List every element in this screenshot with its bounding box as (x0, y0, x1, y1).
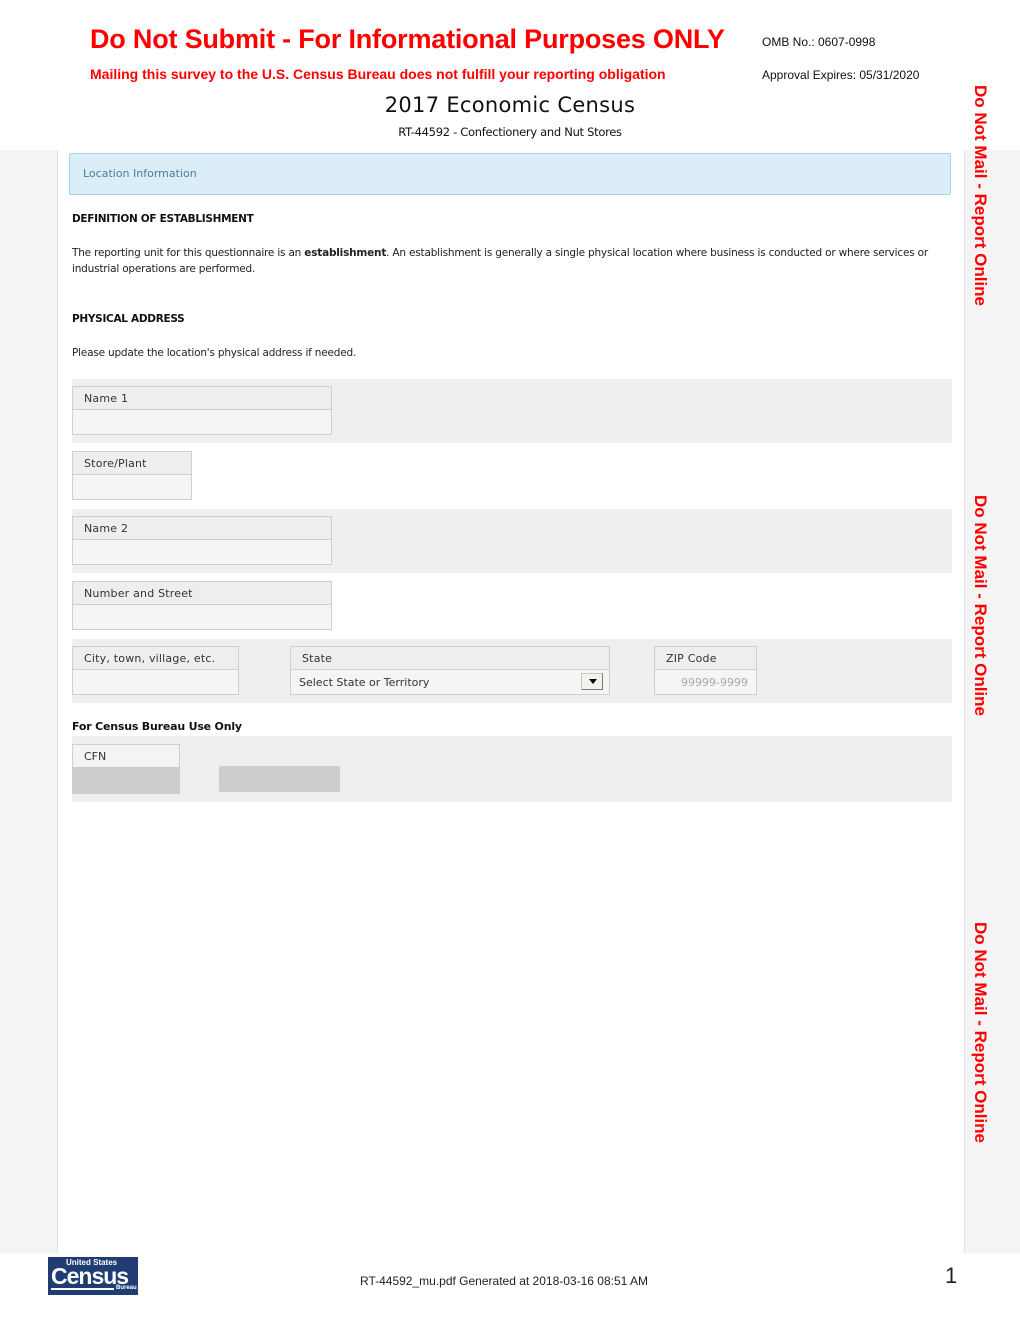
city-field: City, town, village, etc. (72, 646, 239, 695)
census-use-heading: For Census Bureau Use Only (72, 720, 242, 733)
store-plant-input[interactable] (73, 475, 191, 499)
name1-label: Name 1 (73, 387, 331, 410)
physical-address-heading: PHYSICAL ADDRESS (72, 313, 185, 325)
row-shade-census-use (72, 736, 952, 802)
city-label: City, town, village, etc. (73, 647, 238, 670)
side-notice-1: Do Not Mail - Report Online (971, 85, 990, 306)
page-number: 1 (945, 1263, 958, 1288)
name2-field: Name 2 (72, 516, 332, 565)
definition-heading: DEFINITION OF ESTABLISHMENT (72, 213, 254, 225)
state-field: State Select State or Territory (290, 646, 610, 695)
state-select[interactable]: Select State or Territory (291, 670, 609, 694)
cfn-label: CFN (72, 744, 180, 767)
footer-generated: RT-44592_mu.pdf Generated at 2018-03-16 … (360, 1274, 648, 1288)
state-select-value: Select State or Territory (299, 676, 430, 689)
name1-field: Name 1 (72, 386, 332, 435)
store-plant-field: Store/Plant (72, 451, 192, 500)
form-subtitle: RT-44592 - Confectionery and Nut Stores (398, 125, 622, 139)
zip-label: ZIP Code (655, 647, 756, 670)
warning-subtitle: Mailing this survey to the U.S. Census B… (90, 66, 666, 82)
cfn-field: CFN (72, 744, 180, 794)
store-plant-label: Store/Plant (73, 452, 191, 475)
side-notice-3: Do Not Mail - Report Online (971, 922, 990, 1143)
name1-input[interactable] (73, 410, 331, 434)
side-notice-2: Do Not Mail - Report Online (971, 495, 990, 716)
zip-field: ZIP Code 99999-9999 (654, 646, 757, 695)
cfn-extra-field (219, 766, 340, 792)
logo-bottom-text: Bureau (116, 1285, 137, 1291)
definition-text: The reporting unit for this questionnair… (72, 245, 952, 277)
city-input[interactable] (73, 670, 238, 694)
state-label: State (291, 647, 609, 670)
name2-label: Name 2 (73, 517, 331, 540)
definition-text-bold: establishment (304, 247, 387, 259)
chevron-down-icon[interactable] (581, 673, 603, 690)
approval-expires: Approval Expires: 05/31/2020 (762, 68, 920, 82)
warning-title: Do Not Submit - For Informational Purpos… (90, 24, 725, 54)
street-field: Number and Street (72, 581, 332, 630)
street-input[interactable] (73, 605, 331, 629)
section-bar-label: Location Information (83, 167, 197, 180)
definition-text-before: The reporting unit for this questionnair… (72, 247, 305, 259)
section-bar-location-information[interactable]: Location Information (69, 153, 951, 195)
zip-input[interactable]: 99999-9999 (655, 670, 756, 694)
street-label: Number and Street (73, 582, 331, 605)
census-title: 2017 Economic Census (384, 93, 636, 117)
physical-address-instruction: Please update the location's physical ad… (72, 347, 357, 359)
logo-underline (51, 1288, 114, 1290)
census-bureau-logo: United States Census Bureau (48, 1257, 138, 1295)
name2-input[interactable] (73, 540, 331, 564)
cfn-input (72, 767, 180, 794)
omb-number: OMB No.: 0607-0998 (762, 35, 876, 49)
